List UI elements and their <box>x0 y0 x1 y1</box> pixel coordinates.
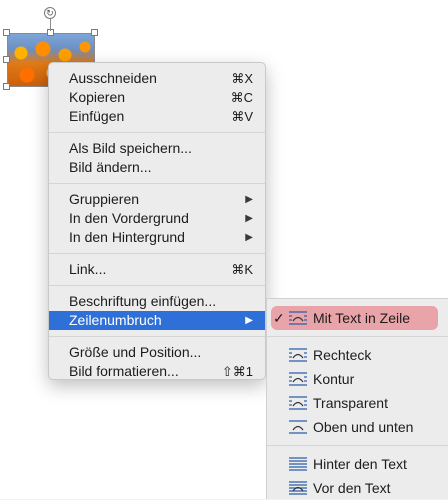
menu-item-zeilenumbruch[interactable]: Zeilenumbruch ▶ <box>49 311 265 330</box>
menu-item-label: Größe und Position... <box>69 344 202 360</box>
submenu-separator <box>267 336 448 337</box>
menu-item-bild-ändern[interactable]: Bild ändern... <box>49 158 265 177</box>
menu-item-label: Gruppieren <box>69 191 140 207</box>
checkmark-icon: ✓ <box>273 310 285 326</box>
submenu-item-transparent[interactable]: Transparent <box>267 391 448 415</box>
menu-item-beschriftung-einfügen[interactable]: Beschriftung einfügen... <box>49 292 265 311</box>
menu-item-label: Einfügen <box>69 108 125 124</box>
submenu-separator <box>267 445 448 446</box>
menu-item-in-den-vordergrund[interactable]: In den Vordergrund ▶ <box>49 209 265 228</box>
submenu-item-label: Hinter den Text <box>313 456 407 472</box>
menu-item-größe-und-position[interactable]: Größe und Position... <box>49 343 265 362</box>
resize-handle-top-left[interactable] <box>3 29 10 36</box>
submenu-arrow-icon: ▶ <box>245 213 253 224</box>
menu-separator <box>49 336 265 337</box>
submenu-item-label: Rechteck <box>313 347 372 363</box>
submenu-item-vor-den-text[interactable]: Vor den Text <box>267 476 448 500</box>
submenu-item-kontur[interactable]: Kontur <box>267 367 448 391</box>
submenu-item-label: Transparent <box>313 395 388 411</box>
menu-item-ausschneiden[interactable]: Ausschneiden ⌘X <box>49 69 265 88</box>
submenu-arrow-icon: ▶ <box>245 194 253 205</box>
menu-item-bild-formatieren[interactable]: Bild formatieren... ⇧⌘1 <box>49 362 265 381</box>
menu-item-als-bild-speichern[interactable]: Als Bild speichern... <box>49 139 265 158</box>
inline-wrap-icon <box>289 311 307 325</box>
menu-item-gruppieren[interactable]: Gruppieren ▶ <box>49 190 265 209</box>
submenu-arrow-icon: ▶ <box>245 232 253 243</box>
menu-item-label: Ausschneiden <box>69 70 157 86</box>
menu-item-label: Als Bild speichern... <box>69 140 192 156</box>
menu-item-einfügen[interactable]: Einfügen ⌘V <box>49 107 265 126</box>
submenu-item-hinter-den-text[interactable]: Hinter den Text <box>267 452 448 476</box>
menu-separator <box>49 132 265 133</box>
menu-item-shortcut: ⌘C <box>230 90 253 105</box>
in-front-text-icon <box>289 481 307 495</box>
submenu-item-label: Vor den Text <box>313 480 391 496</box>
submenu-item-rechteck[interactable]: Rechteck <box>267 343 448 367</box>
resize-handle-top-right[interactable] <box>91 29 98 36</box>
resize-handle-left[interactable] <box>3 56 10 63</box>
rotate-handle-icon[interactable]: ↻ <box>44 7 56 19</box>
through-wrap-icon <box>289 396 307 410</box>
menu-item-label: Kopieren <box>69 89 126 105</box>
menu-item-kopieren[interactable]: Kopieren ⌘C <box>49 88 265 107</box>
rotate-line <box>50 18 51 31</box>
context-menu: Ausschneiden ⌘X Kopieren ⌘C Einfügen ⌘V Als Bi… <box>48 62 266 380</box>
tight-wrap-icon <box>289 372 307 386</box>
menu-item-in-den-hintergrund[interactable]: In den Hintergrund ▶ <box>49 228 265 247</box>
menu-separator <box>49 285 265 286</box>
square-wrap-icon <box>289 348 307 362</box>
behind-text-icon <box>289 457 307 471</box>
menu-item-shortcut: ⇧⌘1 <box>221 364 253 379</box>
submenu-item-mit-text-in-zeile[interactable]: ✓ Mit Text in Zeile <box>271 306 438 330</box>
menu-item-shortcut: ⌘X <box>231 71 253 86</box>
submenu-item-label: Mit Text in Zeile <box>313 310 410 326</box>
resize-handle-bottom-left[interactable] <box>3 83 10 90</box>
menu-separator <box>49 253 265 254</box>
menu-item-label: Bild ändern... <box>69 159 152 175</box>
menu-item-label: In den Hintergrund <box>69 229 185 245</box>
submenu-item-label: Kontur <box>313 371 355 387</box>
submenu-arrow-icon: ▶ <box>245 315 253 326</box>
menu-item-shortcut: ⌘V <box>231 109 253 124</box>
menu-item-label: Bild formatieren... <box>69 363 179 379</box>
menu-item-label: In den Vordergrund <box>69 210 189 226</box>
submenu-item-oben-und-unten[interactable]: Oben und unten <box>267 415 448 439</box>
menu-item-shortcut: ⌘K <box>231 262 253 277</box>
menu-item-label: Zeilenumbruch <box>69 312 162 328</box>
menu-separator <box>49 183 265 184</box>
submenu-item-label: Oben und unten <box>313 419 414 435</box>
menu-item-label: Link... <box>69 261 107 277</box>
menu-item-link[interactable]: Link... ⌘K <box>49 260 265 279</box>
menu-item-label: Beschriftung einfügen... <box>69 293 217 309</box>
text-wrap-submenu: ✓ Mit Text in Zeile Rechteck Kontur Transpar… <box>266 298 448 499</box>
top-bottom-wrap-icon <box>289 420 307 434</box>
